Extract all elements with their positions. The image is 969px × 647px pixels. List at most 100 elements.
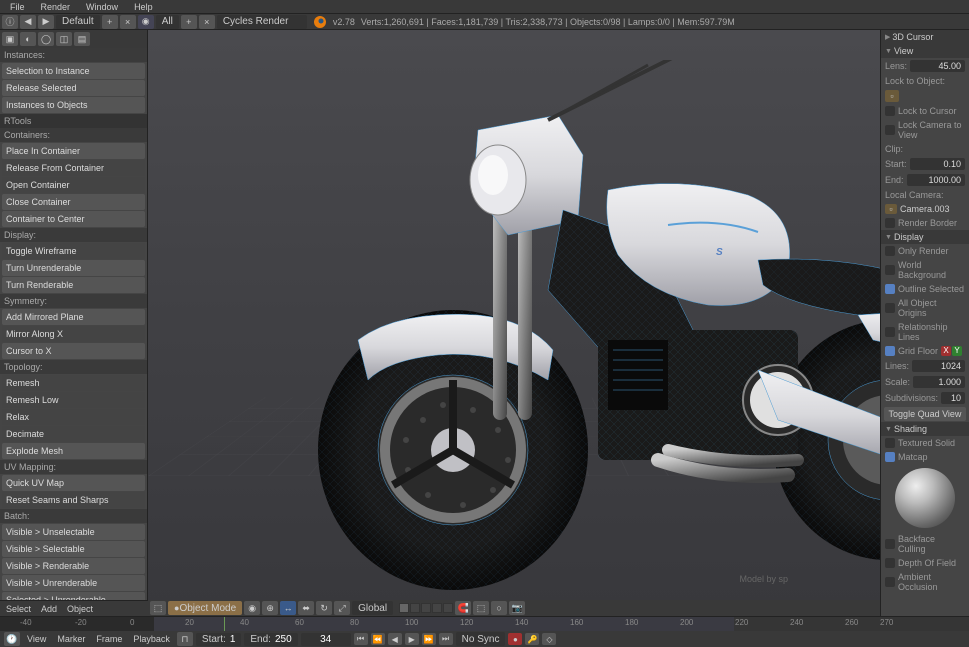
play-icon[interactable]: ▶ <box>405 633 419 645</box>
release-from-container-button[interactable]: Release From Container <box>2 160 145 176</box>
playhead[interactable] <box>224 617 225 631</box>
scene-icon[interactable]: ◉ <box>138 15 154 29</box>
snap-type-icon[interactable]: ⬚ <box>473 601 489 615</box>
range-toggle-icon[interactable]: ⊓ <box>177 632 193 646</box>
start-frame-field[interactable]: Start:1 <box>196 633 241 646</box>
textured-solid-checkbox[interactable] <box>885 438 895 448</box>
delete-scene-icon[interactable]: × <box>199 15 215 29</box>
proportional-icon[interactable]: ○ <box>491 601 507 615</box>
render-engine-dropdown[interactable]: Cycles Render <box>217 15 307 29</box>
display-panel-header[interactable]: Display <box>881 230 969 244</box>
render-border-checkbox[interactable] <box>885 218 895 228</box>
tool-icon-2[interactable]: ◐ <box>20 32 36 46</box>
toggle-quad-view-button[interactable]: Toggle Quad View <box>884 407 966 421</box>
only-render-checkbox[interactable] <box>885 246 895 256</box>
end-frame-field[interactable]: End:250 <box>244 633 297 646</box>
timeline-marker-menu[interactable]: Marker <box>53 634 89 644</box>
add-mirrored-plane-button[interactable]: Add Mirrored Plane <box>2 309 145 325</box>
clip-end-input[interactable]: 1000.00 <box>907 174 965 186</box>
3d-viewport[interactable]: S Model by sp ⬚ ● Object Mode ◉ ⊕ ↔ ⬌ <box>148 30 880 616</box>
grid-floor-checkbox[interactable] <box>885 346 895 356</box>
keyframe-prev-icon[interactable]: ⏪ <box>371 633 385 645</box>
lock-cursor-checkbox[interactable] <box>885 106 895 116</box>
motorcycle-model[interactable]: S <box>298 60 880 590</box>
keying-set-icon[interactable]: 🔑 <box>525 633 539 645</box>
add-layout-icon[interactable]: + <box>102 15 118 29</box>
lines-input[interactable]: 1024 <box>912 360 965 372</box>
footer-select-menu[interactable]: Select <box>2 604 35 614</box>
lens-input[interactable]: 45.00 <box>910 60 965 72</box>
relationship-lines-checkbox[interactable] <box>885 327 895 337</box>
reset-seams-button[interactable]: Reset Seams and Sharps <box>2 492 145 508</box>
backface-culling-checkbox[interactable] <box>885 539 895 549</box>
timeline-view-menu[interactable]: View <box>23 634 50 644</box>
all-origins-checkbox[interactable] <box>885 303 895 313</box>
subdiv-input[interactable]: 10 <box>941 392 965 404</box>
autokey-record-icon[interactable]: ● <box>508 633 522 645</box>
layer-buttons[interactable] <box>399 603 453 613</box>
delete-layout-icon[interactable]: × <box>120 15 136 29</box>
manipulator-translate-icon[interactable]: ⬌ <box>298 601 314 615</box>
mode-dropdown[interactable]: ● Object Mode <box>168 601 242 615</box>
toggle-wireframe-button[interactable]: Toggle Wireframe <box>2 243 145 259</box>
lock-camera-checkbox[interactable] <box>885 125 895 135</box>
manipulator-scale-icon[interactable]: ⤢ <box>334 601 350 615</box>
outline-selected-checkbox[interactable] <box>885 284 895 294</box>
open-container-button[interactable]: Open Container <box>2 177 145 193</box>
menu-help[interactable]: Help <box>126 2 161 12</box>
menu-window[interactable]: Window <box>78 2 126 12</box>
forward-icon[interactable]: ▶ <box>38 15 54 29</box>
scene-dropdown[interactable]: All <box>156 15 179 29</box>
manipulator-rotate-icon[interactable]: ↻ <box>316 601 332 615</box>
release-selected-button[interactable]: Release Selected <box>2 80 145 96</box>
shading-panel-header[interactable]: Shading <box>881 422 969 436</box>
place-in-container-button[interactable]: Place In Container <box>2 143 145 159</box>
visible-unrenderable-button[interactable]: Visible > Unrenderable <box>2 575 145 591</box>
footer-add-menu[interactable]: Add <box>37 604 61 614</box>
menu-render[interactable]: Render <box>33 2 79 12</box>
explode-mesh-button[interactable]: Explode Mesh <box>2 443 145 459</box>
add-scene-icon[interactable]: + <box>181 15 197 29</box>
quick-uv-map-button[interactable]: Quick UV Map <box>2 475 145 491</box>
shading-solid-icon[interactable]: ◉ <box>244 601 260 615</box>
matcap-preview[interactable] <box>895 468 955 528</box>
visible-renderable-button[interactable]: Visible > Renderable <box>2 558 145 574</box>
manipulator-icon[interactable]: ↔ <box>280 601 296 615</box>
jump-start-icon[interactable]: ⏮ <box>354 633 368 645</box>
viewport-editor-icon[interactable]: ⬚ <box>150 601 166 615</box>
selection-to-instance-button[interactable]: Selection to Instance <box>2 63 145 79</box>
clip-start-input[interactable]: 0.10 <box>910 158 965 170</box>
visible-selectable-button[interactable]: Visible > Selectable <box>2 541 145 557</box>
play-reverse-icon[interactable]: ◀ <box>388 633 402 645</box>
jump-end-icon[interactable]: ⏭ <box>439 633 453 645</box>
scale-input[interactable]: 1.000 <box>913 376 965 388</box>
decimate-button[interactable]: Decimate <box>2 426 145 442</box>
cursor-to-x-button[interactable]: Cursor to X <box>2 343 145 359</box>
footer-object-menu[interactable]: Object <box>63 604 97 614</box>
orientation-dropdown[interactable]: Global <box>352 601 393 615</box>
turn-renderable-button[interactable]: Turn Renderable <box>2 277 145 293</box>
render-preview-icon[interactable]: 📷 <box>509 601 525 615</box>
view-panel-header[interactable]: View <box>881 44 969 58</box>
matcap-checkbox[interactable] <box>885 452 895 462</box>
remesh-low-button[interactable]: Remesh Low <box>2 392 145 408</box>
lock-object-icon[interactable]: ▫ <box>885 90 899 102</box>
keyframe-next-icon[interactable]: ⏩ <box>422 633 436 645</box>
info-editor-icon[interactable]: ⓘ <box>2 15 18 29</box>
back-icon[interactable]: ◀ <box>20 15 36 29</box>
camera-name[interactable]: Camera.003 <box>900 204 950 214</box>
timeline-editor-icon[interactable]: 🕐 <box>4 632 20 646</box>
container-to-center-button[interactable]: Container to Center <box>2 211 145 227</box>
visible-unselectable-button[interactable]: Visible > Unselectable <box>2 524 145 540</box>
pivot-icon[interactable]: ⊕ <box>262 601 278 615</box>
tool-icon-4[interactable]: ◫ <box>56 32 72 46</box>
screen-layout-dropdown[interactable]: Default <box>56 15 100 29</box>
timeline-frame-menu[interactable]: Frame <box>92 634 126 644</box>
ao-checkbox[interactable] <box>885 577 895 587</box>
tool-icon-1[interactable]: ▣ <box>2 32 18 46</box>
mirror-along-x-button[interactable]: Mirror Along X <box>2 326 145 342</box>
snap-icon[interactable]: 🧲 <box>455 601 471 615</box>
tool-icon-5[interactable]: ▤ <box>74 32 90 46</box>
menu-file[interactable]: File <box>2 2 33 12</box>
close-container-button[interactable]: Close Container <box>2 194 145 210</box>
